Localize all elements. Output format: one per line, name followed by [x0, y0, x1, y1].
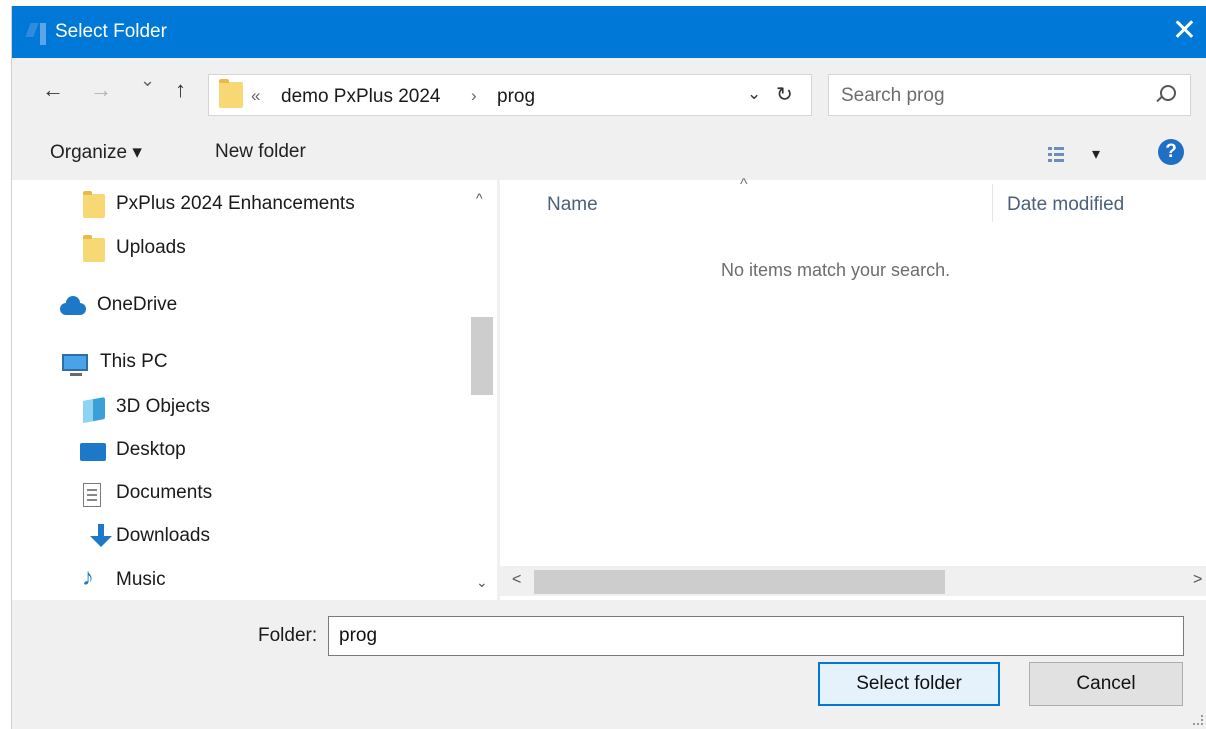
address-row: ← → ⌄ ↑ « demo PxPlus 2024 › prog ⌄ ↻	[12, 58, 1206, 134]
scroll-right-icon[interactable]: >	[1193, 571, 1202, 589]
onedrive-icon	[60, 296, 86, 315]
forward-arrow-icon[interactable]: →	[90, 77, 112, 103]
search-input[interactable]	[839, 83, 1143, 109]
horizontal-scrollbar[interactable]: < >	[500, 566, 1206, 596]
3d-objects-icon	[83, 397, 105, 423]
nav-item-label: This PC	[100, 351, 168, 372]
nav-item-label: Uploads	[116, 237, 186, 258]
select-folder-dialog: Select Folder ✕ ← → ⌄ ↑ « demo PxPlus 20…	[11, 6, 1206, 729]
sort-ascending-icon: ^	[740, 176, 748, 193]
nav-item-music[interactable]: ♪ Music	[12, 562, 462, 598]
nav-item-uploads[interactable]: Uploads	[12, 230, 462, 270]
nav-item-label: Desktop	[116, 439, 186, 460]
back-arrow-icon[interactable]: ←	[42, 77, 64, 103]
cancel-button[interactable]: Cancel	[1029, 662, 1183, 706]
nav-item-label: OneDrive	[97, 294, 178, 315]
view-options-dropdown-icon[interactable]: ▾	[1092, 144, 1100, 164]
nav-item-downloads[interactable]: Downloads	[12, 518, 462, 558]
desktop-icon	[80, 443, 106, 461]
folder-name-field[interactable]	[328, 616, 1184, 656]
download-icon	[90, 524, 112, 547]
recent-locations-chevron-icon[interactable]: ⌄	[140, 70, 155, 91]
music-icon: ♪	[82, 564, 94, 591]
search-box[interactable]	[828, 74, 1191, 116]
refresh-icon[interactable]: ↻	[776, 82, 793, 107]
command-bar: Organize ▾ New folder ▾ ?	[12, 134, 1206, 180]
nav-item-desktop[interactable]: Desktop	[12, 432, 462, 472]
folder-icon	[219, 79, 243, 108]
address-dropdown-icon[interactable]: ⌄	[747, 84, 761, 104]
app-icon	[40, 23, 46, 45]
scroll-up-icon[interactable]: ^	[476, 190, 483, 206]
nav-item-label: Downloads	[116, 525, 210, 546]
up-arrow-icon[interactable]: ↑	[175, 77, 186, 103]
scroll-left-icon[interactable]: <	[512, 571, 521, 589]
nav-item-label: Music	[116, 569, 166, 590]
scrollbar-thumb[interactable]	[471, 317, 493, 395]
nav-item-label: 3D Objects	[116, 396, 210, 417]
organize-button[interactable]: Organize ▾	[50, 141, 142, 164]
scroll-down-icon[interactable]: ⌄	[476, 574, 488, 591]
navigation-scrollbar[interactable]: ^ ⌄	[467, 180, 497, 600]
column-separator[interactable]	[992, 184, 993, 222]
select-folder-button[interactable]: Select folder	[818, 662, 1000, 706]
dialog-footer: Folder: Select folder Cancel	[12, 600, 1206, 729]
title-bar: Select Folder ✕	[12, 6, 1206, 58]
new-folder-button[interactable]: New folder	[215, 141, 306, 163]
breadcrumb-overflow-icon[interactable]: «	[251, 86, 260, 106]
column-header-date-modified[interactable]: Date modified	[1007, 194, 1124, 216]
nav-item-this-pc[interactable]: This PC	[12, 344, 462, 384]
resize-grip[interactable]	[1193, 715, 1203, 725]
nav-item-label: Documents	[116, 482, 213, 503]
file-list: Name ^ Date modified No items match your…	[500, 176, 1206, 600]
breadcrumb-demo-pxplus-2024[interactable]: demo PxPlus 2024	[281, 86, 441, 108]
nav-item-3d-objects[interactable]: 3D Objects	[12, 389, 462, 429]
window-title: Select Folder	[55, 21, 167, 42]
breadcrumb-separator-icon[interactable]: ›	[471, 86, 477, 106]
folder-icon	[83, 235, 105, 262]
breadcrumb-prog[interactable]: prog	[497, 86, 535, 108]
nav-item-onedrive[interactable]: OneDrive	[12, 287, 462, 327]
navigation-pane: PxPlus 2024 Enhancements Uploads OneDriv…	[12, 180, 497, 600]
view-options-icon[interactable]	[1048, 147, 1064, 163]
search-icon[interactable]	[1160, 85, 1176, 101]
computer-icon	[62, 354, 88, 376]
scrollbar-thumb[interactable]	[534, 570, 945, 594]
documents-icon	[83, 483, 101, 507]
empty-state-message: No items match your search.	[721, 260, 951, 280]
column-header-name[interactable]: Name	[547, 194, 598, 216]
nav-item-label: PxPlus 2024 Enhancements	[116, 193, 355, 214]
address-bar[interactable]: « demo PxPlus 2024 › prog ⌄	[208, 74, 812, 116]
folder-label: Folder:	[258, 625, 318, 646]
nav-item-documents[interactable]: Documents	[12, 475, 462, 515]
help-icon[interactable]: ?	[1158, 139, 1184, 165]
close-icon[interactable]: ✕	[1172, 14, 1197, 48]
folder-icon	[83, 191, 105, 218]
nav-item-pxplus-2024-enhancements[interactable]: PxPlus 2024 Enhancements	[12, 186, 462, 226]
